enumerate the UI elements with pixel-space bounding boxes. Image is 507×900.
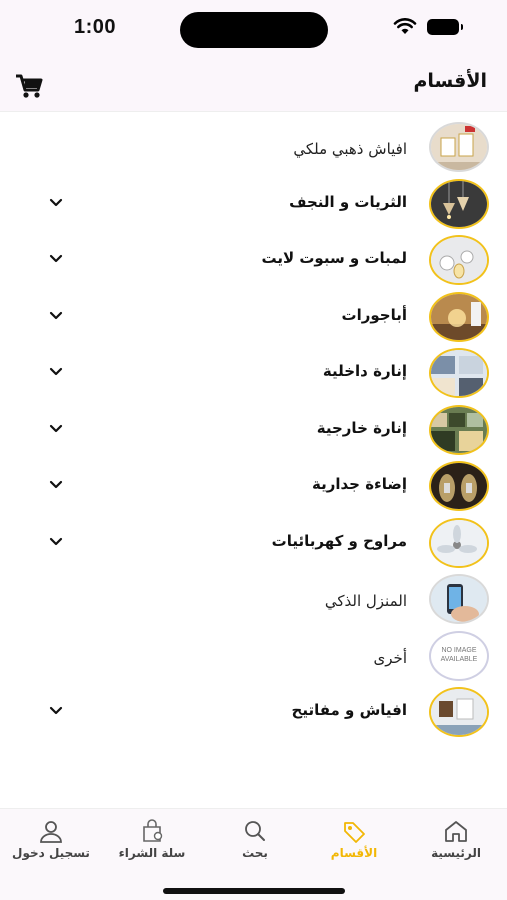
page-title: الأقسام [413, 70, 488, 92]
tab-cart[interactable]: سلة الشراء [102, 819, 202, 860]
tab-categories[interactable]: الأقسام [304, 819, 404, 860]
category-item-outdoor[interactable]: إنارة خارجية [0, 401, 507, 458]
category-label: الثريات و النجف [289, 192, 407, 211]
no-image-text: NO IMAGE [441, 646, 477, 654]
category-thumbnail [429, 574, 489, 624]
category-label: إضاءة جدارية [312, 475, 407, 493]
category-item-sockets[interactable]: افياش و مفاتيح [0, 683, 507, 740]
bottom-tab-bar: الرئيسية الأقسام بحث سلة الشراء تسجيل دخ… [0, 808, 507, 900]
category-label: مراوح و كهربائيات [271, 531, 407, 550]
tab-label: بحث [242, 846, 268, 860]
chevron-down-icon[interactable] [46, 419, 66, 439]
tab-login[interactable]: تسجيل دخول [1, 819, 101, 860]
app-header: الأقسام [0, 60, 507, 112]
category-thumbnail [429, 517, 489, 568]
category-item-fans[interactable]: مراوح و كهربائيات [0, 514, 507, 571]
bag-icon [143, 819, 163, 842]
home-indicator [163, 888, 345, 894]
search-icon [245, 821, 265, 841]
category-item-wall[interactable]: إضاءة جدارية [0, 457, 507, 514]
category-item-bulbs[interactable]: لمبات و سبوت لايت [0, 231, 507, 288]
cart-icon[interactable] [14, 72, 44, 100]
tab-home[interactable]: الرئيسية [406, 819, 506, 860]
chevron-down-icon[interactable] [46, 306, 66, 326]
chevron-down-icon[interactable] [46, 475, 66, 495]
category-thumbnail [429, 178, 489, 229]
category-thumbnail [429, 122, 489, 172]
no-image-text-2: AVAILABLE [440, 655, 478, 663]
battery-icon [427, 19, 463, 35]
category-item-gold-switches[interactable]: افياش ذهبي ملكي [0, 118, 507, 175]
wifi-icon [393, 18, 417, 34]
no-image-placeholder: NO IMAGE AVAILABLE [429, 630, 489, 681]
category-list: افياش ذهبي ملكي الثريات و النجف لمبات و … [0, 118, 507, 740]
category-label: المنزل الذكي [324, 592, 407, 610]
tab-label: الأقسام [330, 846, 378, 860]
tab-label: الرئيسية [431, 846, 481, 860]
tag-icon [344, 822, 365, 843]
tab-label: سلة الشراء [118, 846, 186, 860]
category-item-lamps[interactable]: أباجورات [0, 288, 507, 345]
category-thumbnail [429, 461, 489, 511]
status-bar: 1:00 [0, 0, 507, 60]
status-time: 1:00 [74, 16, 117, 38]
tab-label: تسجيل دخول [12, 846, 90, 860]
category-label: لمبات و سبوت لايت [261, 249, 407, 267]
category-thumbnail [429, 235, 489, 285]
category-thumbnail [429, 291, 489, 342]
category-thumbnail [429, 404, 489, 455]
category-label: إنارة داخلية [322, 362, 407, 380]
category-label: افياش ذهبي ملكي [293, 140, 407, 158]
chevron-down-icon[interactable] [46, 362, 66, 382]
category-label: أباجورات [341, 305, 407, 324]
category-item-other[interactable]: NO IMAGE AVAILABLE أخرى [0, 627, 507, 684]
chevron-down-icon[interactable] [46, 249, 66, 269]
category-thumbnail [429, 687, 489, 737]
category-label: أخرى [373, 648, 407, 667]
category-thumbnail [429, 348, 489, 398]
category-item-indoor[interactable]: إنارة داخلية [0, 344, 507, 401]
chevron-down-icon[interactable] [46, 193, 66, 213]
category-label: افياش و مفاتيح [291, 701, 407, 719]
chevron-down-icon[interactable] [46, 532, 66, 552]
user-icon [40, 821, 62, 843]
category-label: إنارة خارجية [316, 418, 407, 437]
home-icon [445, 821, 467, 842]
dynamic-island [180, 12, 328, 48]
tab-search[interactable]: بحث [205, 819, 305, 860]
category-item-smart-home[interactable]: المنزل الذكي [0, 570, 507, 627]
category-item-chandeliers[interactable]: الثريات و النجف [0, 175, 507, 232]
chevron-down-icon[interactable] [46, 701, 66, 721]
